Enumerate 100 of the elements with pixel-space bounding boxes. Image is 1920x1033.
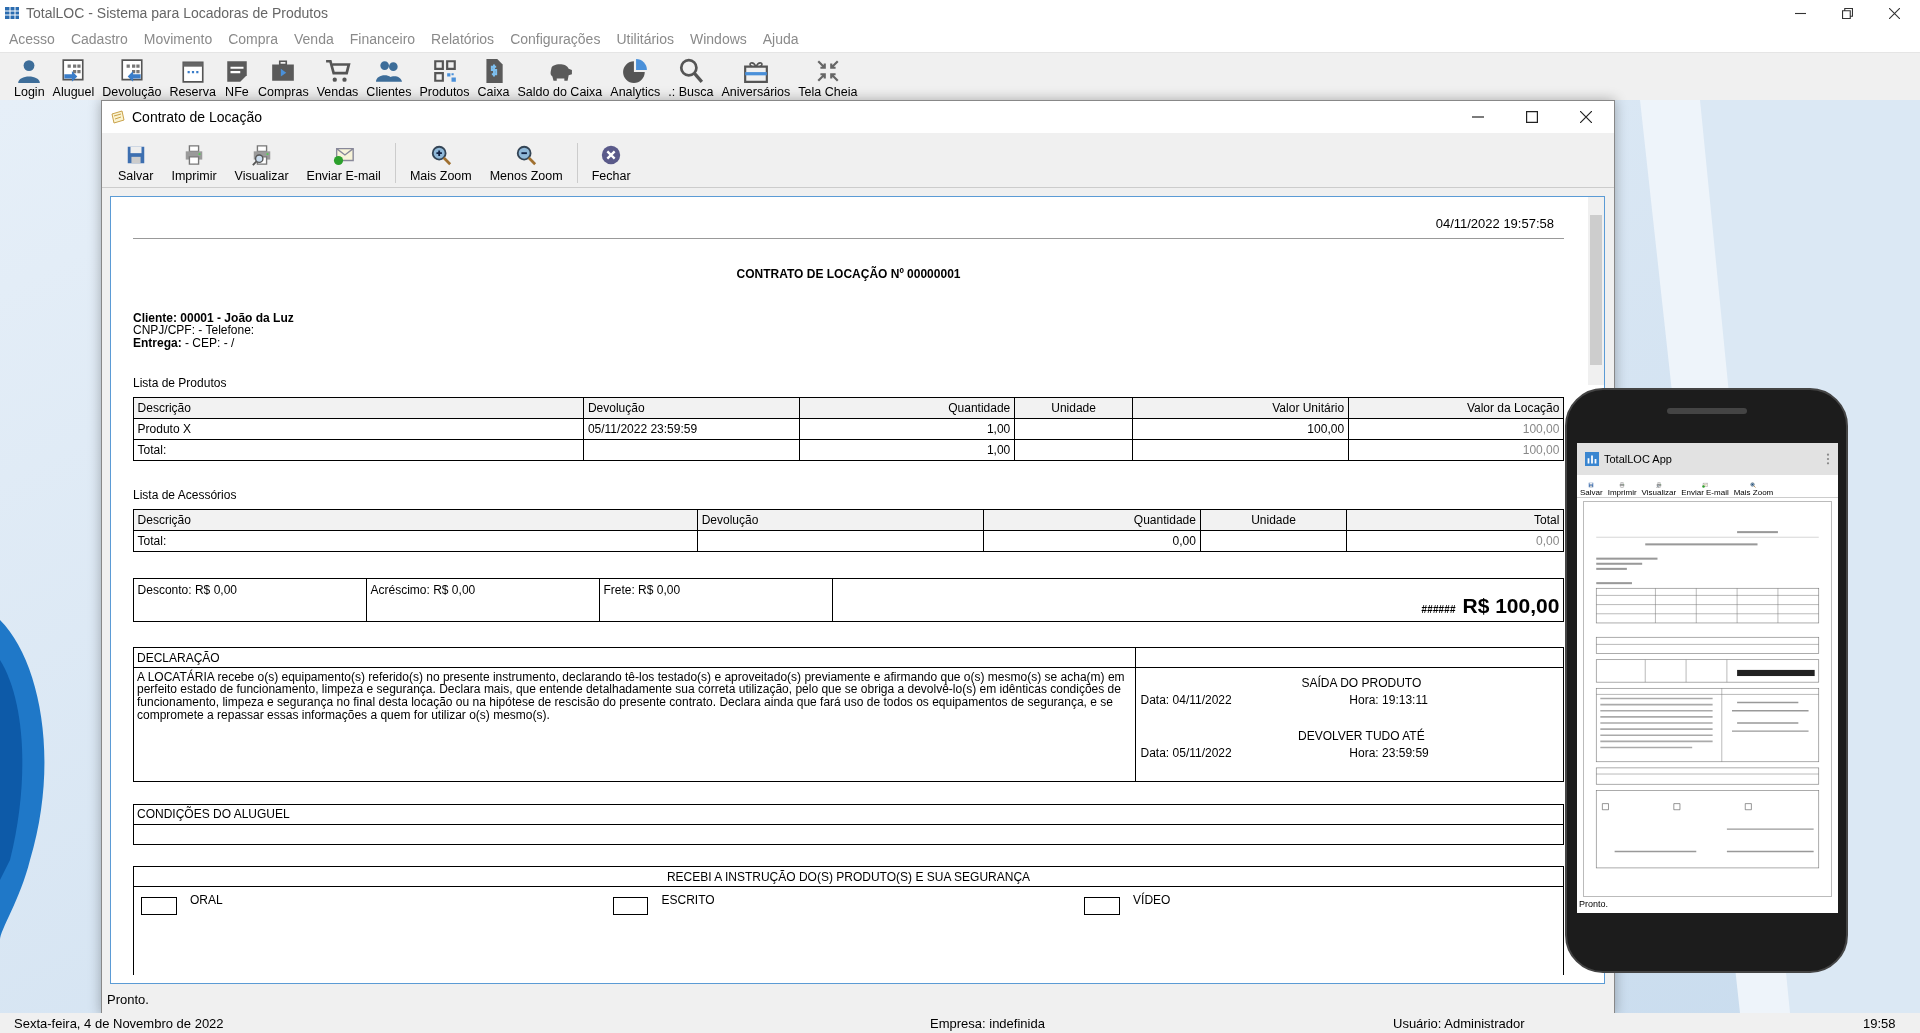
menu-item[interactable]: Acesso: [9, 31, 55, 47]
pickup-heading: SAÍDA DO PRODUTO: [1300, 674, 1423, 693]
zoom-in-icon: [429, 144, 452, 166]
column-header: Unidade: [1014, 397, 1133, 419]
status-date: Sexta-feira, 4 de Novembro de 2022: [14, 1015, 225, 1031]
toolbar-button[interactable]: Aniversários: [721, 58, 791, 100]
checkbox[interactable]: [612, 896, 649, 915]
toolbar-button[interactable]: NFe: [223, 58, 250, 100]
window-title: Contrato de Locação: [132, 109, 262, 125]
toolbar-button[interactable]: Compras: [257, 58, 309, 100]
column-header: Valor da Locação: [1348, 397, 1564, 419]
menu-item[interactable]: Utilitários: [616, 31, 674, 47]
discount-text: Desconto: R$ 0,00: [137, 582, 237, 597]
toolbar-button[interactable]: Imprimir: [167, 144, 221, 183]
printer-icon: [1619, 482, 1626, 488]
menu-item[interactable]: Movimento: [143, 31, 213, 47]
more-options-icon[interactable]: [1826, 453, 1830, 465]
toolbar-button[interactable]: Login: [14, 58, 45, 100]
status-text: Pronto.: [107, 991, 149, 1007]
toolbar-button[interactable]: Visualizar: [230, 144, 293, 183]
cart-icon: [324, 58, 351, 84]
restore-icon[interactable]: [1842, 7, 1853, 19]
checkbox-label: ORAL: [189, 893, 223, 908]
checkbox-label: VÍDEO: [1133, 893, 1171, 908]
menu-item[interactable]: Ajuda: [762, 31, 799, 47]
table-cell: Produto X: [137, 422, 191, 437]
menu-item[interactable]: Cadastro: [70, 31, 128, 47]
section-heading: CONDIÇÕES DO ALUGUEL: [134, 805, 1563, 825]
table-cell: 0,00: [1536, 533, 1560, 548]
toolbar-button[interactable]: Clientes: [366, 58, 412, 100]
checkbox[interactable]: [141, 896, 177, 915]
toolbar-button[interactable]: Produtos: [419, 58, 470, 100]
column-header: Descrição: [133, 397, 584, 419]
column-header: Valor Unitário: [1132, 397, 1349, 419]
toolbar-button[interactable]: Fechar: [587, 144, 635, 183]
client-info-line: CNPJ/CPF: - Telefone:: [133, 324, 256, 337]
envelope-icon: [1701, 482, 1708, 488]
scrollbar[interactable]: [1588, 197, 1604, 385]
addition-text: Acréscimo: R$ 0,00: [370, 582, 476, 597]
toolbar-button[interactable]: Salvar: [1580, 482, 1603, 497]
zoom-out-icon: [515, 144, 538, 166]
table-cell: 1,00: [986, 443, 1011, 458]
app-icon: [4, 5, 20, 21]
toolbar-button[interactable]: Analytics: [610, 58, 661, 100]
toolbar-button[interactable]: Mais Zoom: [1733, 482, 1774, 497]
return-heading: DEVOLVER TUDO ATÉ: [1297, 727, 1426, 746]
table-caption: Lista de Produtos: [133, 375, 228, 390]
column-header: Devolução: [583, 397, 800, 419]
menu-item[interactable]: Configurações: [510, 31, 601, 47]
toolbar-button[interactable]: Saldo do Caixa: [517, 58, 603, 100]
toolbar-button[interactable]: Visualizar: [1641, 482, 1677, 497]
menu-item[interactable]: Venda: [294, 31, 334, 47]
toolbar-button[interactable]: Tela Cheia: [798, 58, 858, 100]
menu-item[interactable]: Relatórios: [431, 31, 495, 47]
zoom-in-icon: [1750, 482, 1757, 488]
search-icon: [677, 58, 704, 84]
toolbar-button[interactable]: Reserva: [169, 58, 216, 100]
people-icon: [375, 58, 402, 84]
return-time: Hora: 23:59:59: [1349, 745, 1430, 760]
contract-title: CONTRATO DE LOCAÇÃO Nº 00000001: [735, 266, 962, 281]
floppy-disk-icon: [1588, 482, 1595, 488]
column-header: Quantidade: [983, 509, 1200, 531]
toolbar-button[interactable]: Devolução: [102, 58, 162, 100]
notepad-icon: [110, 109, 126, 125]
maximize-icon[interactable]: [1526, 111, 1538, 123]
column-header: Devolução: [697, 509, 984, 531]
toolbar-button[interactable]: Enviar E-mail: [1681, 482, 1729, 497]
toolbar-button[interactable]: Salvar: [114, 144, 158, 183]
toolbar-button[interactable]: Caixa: [477, 58, 510, 100]
menu-item[interactable]: Compra: [228, 31, 278, 47]
pie-chart-icon: [622, 58, 649, 84]
close-icon[interactable]: [1889, 7, 1900, 19]
close-icon: [600, 144, 623, 166]
menu-item[interactable]: Financeiro: [349, 31, 416, 47]
toolbar-button[interactable]: Vendas: [316, 58, 359, 100]
status-company: Empresa: indefinida: [930, 1015, 1046, 1031]
declaration-text: A LOCATÁRIA recebe o(s) equipamento(s) referido(s) no presente instrumento, declarando tê-los testado(s) e aproveitado(s) previamente e afirmando que o(s) mesmo(s) se acha(m) em perfeito estado de funcionamento, limpeza e segurança. Declara mais, que entende detalhadamente sua correta utilização, pelo que se obriga a devolvê-lo(s) em idênticas condições de funcionamento, limpeza e segurança no final desta locação ou na hipótese de rescisão do presente contrato. Declara ainda que fará uso de todos os equipamentos de segurança, e se compromete a repassar essas informações a quem for utilizar o(s) mesmo(s).: [136, 668, 1126, 724]
table-cell: 100,00: [1307, 422, 1345, 437]
printer-magnifier-icon: [250, 144, 273, 166]
toolbar-button[interactable]: .: Busca: [668, 58, 714, 100]
status-text: Pronto.: [1579, 899, 1609, 909]
briefcase-icon: [270, 58, 297, 84]
checkbox[interactable]: [1084, 896, 1120, 915]
column-header: Total: [1347, 509, 1564, 531]
toolbar-button[interactable]: Mais Zoom: [405, 144, 476, 183]
print-timestamp: 04/11/2022 19:57:58: [1434, 215, 1555, 233]
close-icon[interactable]: [1580, 111, 1592, 123]
column-header: Descrição: [133, 509, 698, 531]
overflow-marks: ######: [1421, 604, 1456, 618]
checkbox-label: ESCRITO: [661, 893, 715, 908]
section-heading: DECLARAÇÃO: [134, 648, 1135, 668]
toolbar-button[interactable]: Menos Zoom: [485, 144, 567, 183]
toolbar-button[interactable]: Imprimir: [1607, 482, 1637, 497]
table-caption: Lista de Acessórios: [133, 487, 238, 502]
toolbar-button[interactable]: Enviar E-mail: [302, 144, 385, 183]
return-date: Data: 05/11/2022: [1140, 745, 1233, 760]
toolbar-button[interactable]: Aluguel: [52, 58, 95, 100]
menu-item[interactable]: Windows: [690, 31, 747, 47]
table-cell: 05/11/2022 23:59:59: [587, 422, 698, 437]
status-clock: 19:58: [1863, 1015, 1897, 1031]
